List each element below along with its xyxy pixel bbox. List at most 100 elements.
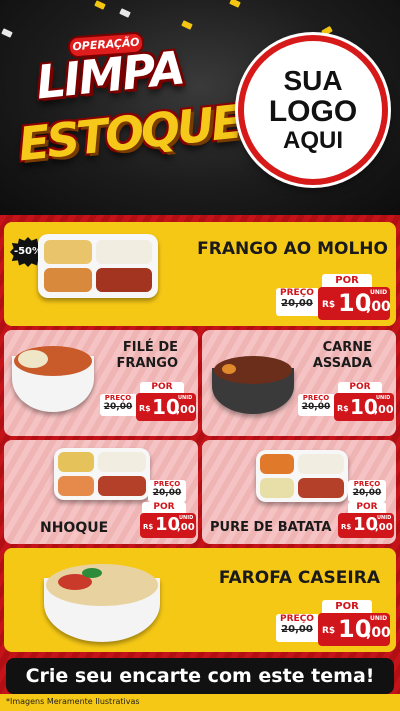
por-label: POR	[348, 502, 386, 513]
confetti	[229, 0, 241, 8]
preco-label: PREÇO	[302, 394, 330, 402]
unit-label: UNID	[370, 289, 388, 296]
currency: R$	[139, 404, 151, 413]
food-tray-image	[256, 450, 348, 502]
old-price: 20,00	[352, 488, 382, 498]
currency: R$	[322, 626, 336, 636]
name-line1: FILÉ DE	[122, 340, 178, 355]
food-carrot	[222, 364, 236, 374]
food-chicken	[96, 268, 152, 292]
preco-label: PREÇO	[280, 288, 314, 298]
food-mashed-potato	[260, 478, 294, 498]
por-label: POR	[140, 382, 184, 393]
currency: R$	[143, 523, 154, 531]
name-line2: ASSADA	[312, 356, 372, 371]
old-price-box: PREÇO 20,00	[148, 480, 186, 502]
product-card-nhoque[interactable]: NHOQUE POR PREÇO 20,00 R$ 10 ,00 UNID	[4, 440, 198, 544]
product-card-carne-assada[interactable]: CARNE ASSADA POR PREÇO 20,00 R$ 10 ,00 U…	[202, 330, 396, 436]
product-name: PURE DE BATATA	[210, 520, 332, 535]
price-tag: POR PREÇO 20,00 R$ 10 ,00 UNID	[276, 600, 391, 646]
unit-label: UNID	[370, 615, 388, 622]
new-price: R$ 10 ,00 UNID	[318, 287, 391, 320]
unit-label: UNID	[376, 395, 391, 401]
unit-label: UNID	[179, 515, 194, 521]
logo-placeholder: SUA LOGO AQUI	[238, 35, 388, 185]
preco-label: PREÇO	[104, 394, 132, 402]
product-name: FRANGO AO MOLHO	[197, 239, 388, 259]
product-card-file-de-frango[interactable]: FILÉ DE FRANGO POR PREÇO 20,00 R$ 10 ,00…	[4, 330, 198, 436]
unit-label: UNID	[377, 515, 392, 521]
headline: LIMPA ESTOQUE	[16, 40, 242, 188]
price-decimal: ,00	[366, 625, 391, 641]
product-card-farofa-caseira[interactable]: FAROFA CASEIRA POR PREÇO 20,00 R$ 10 ,00…	[4, 548, 396, 652]
currency: R$	[337, 404, 349, 413]
name-line2: FRANGO	[116, 356, 178, 371]
food-tray-image	[38, 234, 158, 298]
confetti	[94, 0, 106, 10]
name-line1: CARNE	[322, 340, 372, 355]
food-rice	[96, 240, 152, 264]
food-rice-beans	[44, 240, 92, 264]
price-decimal: ,00	[374, 403, 394, 416]
old-price: 20,00	[152, 488, 182, 498]
por-label: POR	[338, 382, 382, 393]
old-price-box: PREÇO 20,00	[298, 394, 334, 416]
food-rice	[98, 452, 146, 472]
food-vegetables	[44, 268, 92, 292]
cta-banner[interactable]: Crie seu encarte com este tema!	[6, 658, 394, 694]
new-price: R$ 10 ,00 UNID	[338, 513, 394, 538]
product-card-frango-ao-molho[interactable]: -50% FRANGO AO MOLHO POR PREÇO 20,00 R$ …	[4, 222, 396, 326]
price-decimal: ,00	[366, 299, 391, 315]
product-name: NHOQUE	[40, 520, 109, 536]
old-price-box: PREÇO 20,00	[276, 614, 318, 642]
preco-label: PREÇO	[153, 480, 181, 488]
price-tag: POR PREÇO 20,00 R$ 10 ,00 UNID	[276, 274, 391, 320]
old-price: 20,00	[301, 402, 331, 412]
por-label: POR	[142, 502, 186, 513]
logo-line2: LOGO	[268, 94, 358, 128]
price-decimal: ,00	[375, 522, 393, 533]
confetti	[119, 8, 131, 18]
unit-label: UNID	[178, 395, 193, 401]
product-name: CARNE ASSADA	[313, 340, 372, 372]
food-herbs	[82, 568, 102, 578]
new-price: R$ 10 ,00 UNID	[136, 393, 196, 421]
logo-line3: AQUI	[283, 127, 343, 155]
price-tag: POR PREÇO 20,00 R$ 10 ,00 UNID	[298, 382, 394, 422]
currency: R$	[341, 523, 352, 531]
product-name: FILÉ DE FRANGO	[116, 340, 178, 372]
currency: R$	[322, 300, 336, 310]
new-price: R$ 10 ,00 UNID	[318, 613, 391, 646]
food-rice	[298, 454, 344, 474]
food-rice	[18, 350, 48, 368]
new-price: R$ 10 ,00 UNID	[140, 513, 196, 538]
preco-label: PREÇO	[280, 614, 314, 624]
confetti	[181, 20, 193, 30]
preco-label: PREÇO	[353, 480, 381, 488]
logo-line1: SUA	[283, 64, 343, 96]
old-price: 20,00	[281, 298, 313, 309]
price-tag: POR PREÇO 20,00 R$ 10 ,00 UNID	[102, 480, 196, 538]
product-name: FAROFA CASEIRA	[218, 568, 380, 588]
footnote: *Imagens Meramente Ilustrativas	[6, 697, 140, 706]
price-tag: PREÇO 20,00 POR R$ 10 ,00 UNID	[336, 480, 394, 538]
food-carrot	[260, 454, 294, 474]
new-price: R$ 10 ,00 UNID	[334, 393, 394, 421]
price-decimal: ,00	[177, 522, 195, 533]
price-tag: POR PREÇO 20,00 R$ 10 ,00 UNID	[100, 382, 196, 422]
food-nhoque	[58, 476, 94, 496]
old-price-box: PREÇO 20,00	[100, 394, 136, 416]
price-decimal: ,00	[176, 403, 196, 416]
footer: *Imagens Meramente Ilustrativas	[0, 694, 400, 711]
old-price-box: PREÇO 20,00	[348, 480, 386, 502]
header: LIMPA ESTOQUE OPERAÇÃO SUA LOGO AQUI	[0, 0, 400, 215]
old-price: 20,00	[103, 402, 133, 412]
old-price: 20,00	[281, 624, 313, 635]
confetti	[1, 28, 13, 38]
por-label: POR	[322, 274, 372, 287]
food-side	[58, 452, 94, 472]
por-label: POR	[322, 600, 372, 613]
product-card-pure-de-batata[interactable]: PURE DE BATATA PREÇO 20,00 POR R$ 10 ,00…	[202, 440, 396, 544]
old-price-box: PREÇO 20,00	[276, 288, 318, 316]
confetti	[321, 25, 333, 37]
